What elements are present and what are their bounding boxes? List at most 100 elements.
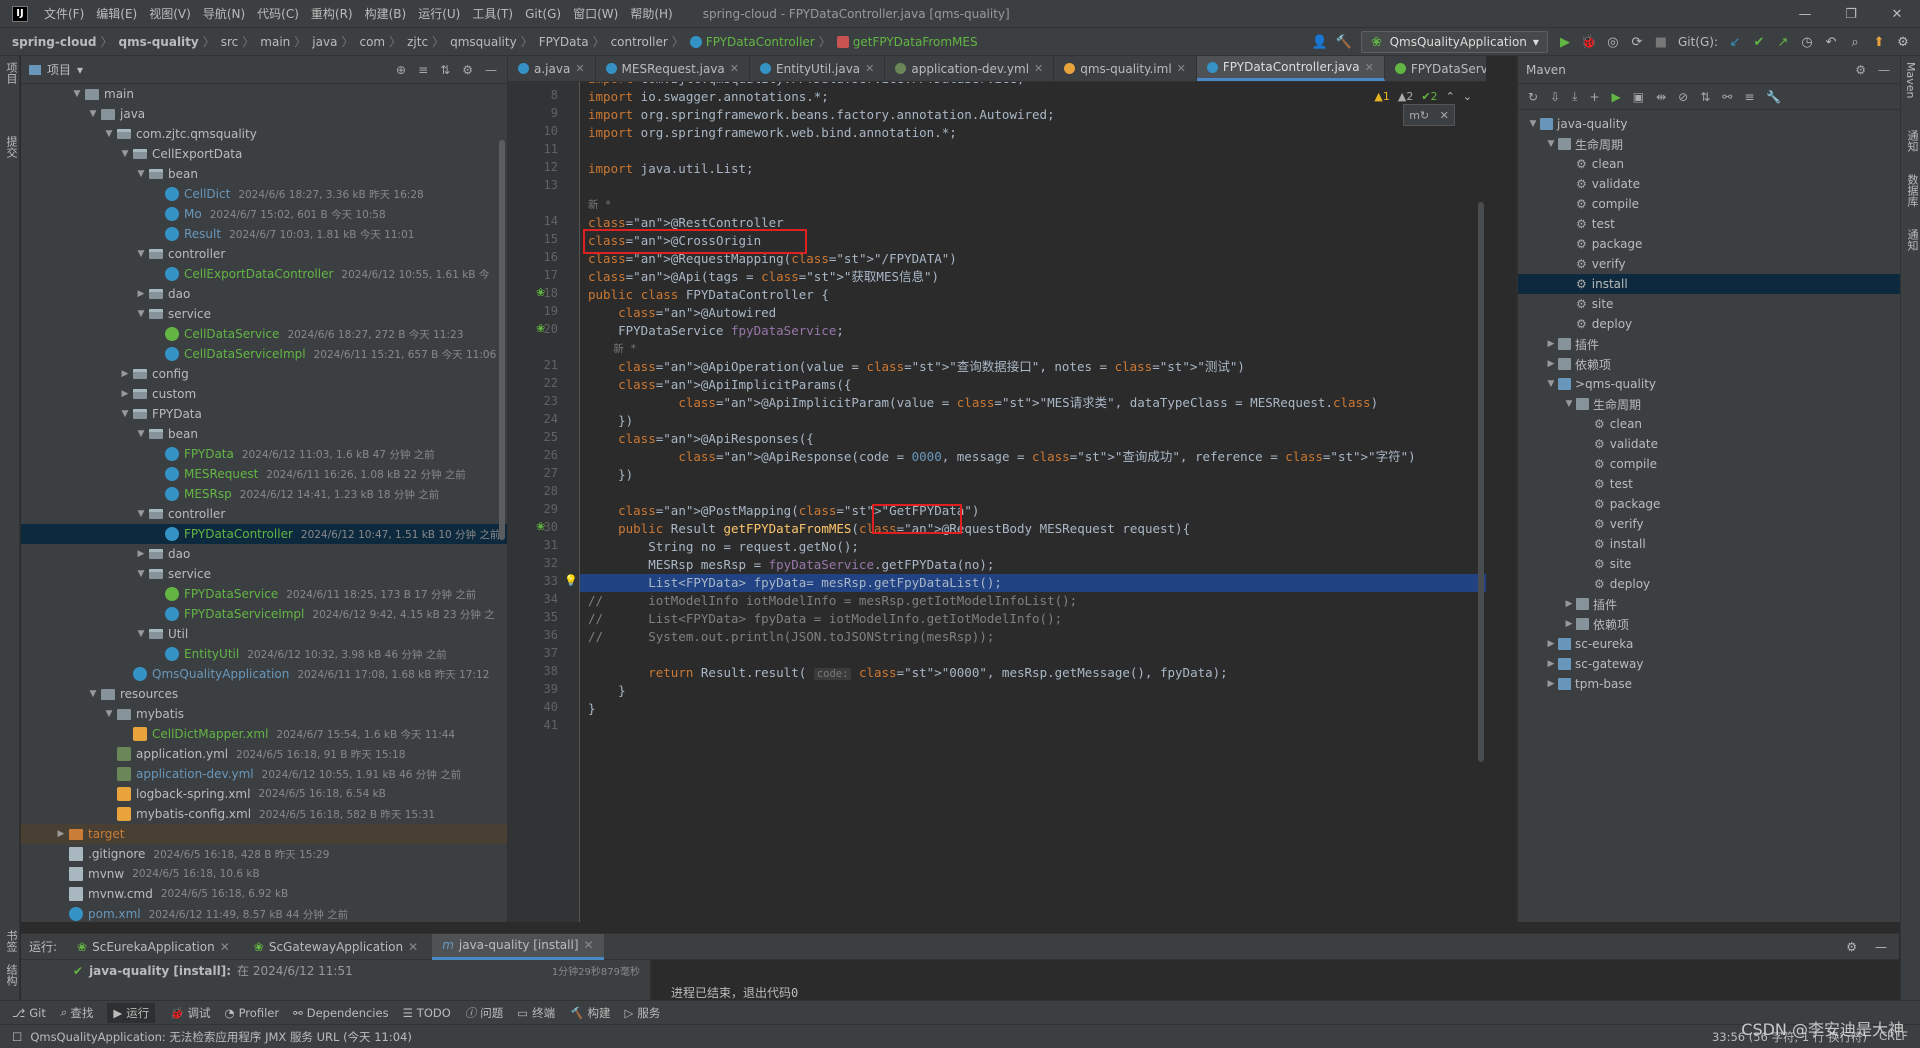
crumb-qmsquality[interactable]: qmsquality: [450, 35, 517, 49]
maven-tree-item[interactable]: ⚙install: [1518, 534, 1900, 554]
maven-tree-item[interactable]: ▼>qms-quality: [1518, 374, 1900, 394]
project-tree-item[interactable]: ▼mybatis: [21, 704, 507, 724]
project-tree-item[interactable]: ▼controller: [21, 244, 507, 264]
project-tree-item[interactable]: FPYDataService2024/6/11 18:25, 173 B 17 …: [21, 584, 507, 604]
code-line[interactable]: FPYDataService fpyDataService;: [588, 322, 844, 340]
menu-help[interactable]: 帮助(H): [624, 5, 678, 22]
close-icon[interactable]: ✕: [575, 62, 584, 75]
spring-bean-icon[interactable]: ❀: [536, 322, 545, 335]
close-icon[interactable]: ✕: [584, 938, 594, 952]
hide-icon[interactable]: —: [485, 63, 497, 77]
rollback-icon[interactable]: ↶: [1824, 35, 1838, 49]
project-tree-item[interactable]: application-dev.yml2024/6/12 10:55, 1.91…: [21, 764, 507, 784]
project-tree-item[interactable]: EntityUtil2024/6/12 10:32, 3.98 kB 46 分钟…: [21, 644, 507, 664]
project-tree-item[interactable]: FPYDataServiceImpl2024/6/12 9:42, 4.15 k…: [21, 604, 507, 624]
code-line[interactable]: class="an">@Autowired: [588, 304, 776, 322]
chevron-down-icon[interactable]: ▼: [85, 109, 101, 119]
code-editor[interactable]: 789101112131415161718❀1920❀2122232425262…: [508, 82, 1486, 922]
tool-find[interactable]: ⌕查找: [60, 1005, 93, 1021]
project-tree-item[interactable]: CellExportDataController2024/6/12 10:55,…: [21, 264, 507, 284]
chevron-up-icon[interactable]: ⌃: [1446, 90, 1455, 103]
project-tree-item[interactable]: ▼service: [21, 304, 507, 324]
maven-tree-item[interactable]: ⚙validate: [1518, 434, 1900, 454]
run-configuration-select[interactable]: ❀ QmsQualityApplication ▾: [1361, 31, 1548, 53]
close-icon[interactable]: ✕: [730, 62, 739, 75]
search-icon[interactable]: ⌕: [1848, 35, 1862, 49]
reload-icon[interactable]: ↻: [1528, 90, 1538, 104]
close-icon[interactable]: ✕: [1177, 62, 1186, 75]
project-tree-item[interactable]: mybatis-config.xml2024/6/5 16:18, 582 B …: [21, 804, 507, 824]
code-line[interactable]: class="an">@CrossOrigin: [588, 232, 761, 250]
chevron-right-icon[interactable]: ▶: [133, 289, 149, 299]
chevron-right-icon[interactable]: ▶: [53, 829, 69, 839]
maven-tree-item[interactable]: ⚙compile: [1518, 194, 1900, 214]
crumb-zjtc[interactable]: zjtc: [407, 35, 428, 49]
maven-tree-item[interactable]: ⚙clean: [1518, 154, 1900, 174]
hide-icon[interactable]: —: [1875, 940, 1887, 954]
line-gutter[interactable]: 789101112131415161718❀1920❀2122232425262…: [508, 82, 580, 922]
menu-build[interactable]: 构建(B): [359, 5, 413, 22]
code-area[interactable]: import com.zjtc.qmsquality.FPYData.servi…: [588, 82, 1468, 922]
maven-tree-item[interactable]: ▼生命周期: [1518, 134, 1900, 154]
code-line[interactable]: public class FPYDataController {: [588, 286, 829, 304]
project-tree-item[interactable]: QmsQualityApplication2024/6/11 17:08, 1.…: [21, 664, 507, 684]
code-line[interactable]: }: [588, 700, 596, 718]
maven-tree-item[interactable]: ⚙site: [1518, 294, 1900, 314]
maven-tree-item[interactable]: ⚙deploy: [1518, 314, 1900, 334]
chevron-down-icon[interactable]: ▼: [133, 629, 149, 639]
chevron-down-icon[interactable]: ▼: [133, 309, 149, 319]
tool-git[interactable]: ⎇Git: [12, 1006, 46, 1020]
project-tree-item[interactable]: CellDataService2024/6/6 18:27, 272 B 今天 …: [21, 324, 507, 344]
menu-view[interactable]: 视图(V): [143, 5, 197, 22]
project-tree-item[interactable]: pom.xml2024/6/12 11:49, 8.57 kB 44 分钟 之前: [21, 904, 507, 922]
crumb-com[interactable]: com: [359, 35, 385, 49]
editor-scrollbar[interactable]: [1478, 202, 1484, 762]
chevron-down-icon[interactable]: ▼: [1562, 399, 1576, 409]
spring-bean-icon[interactable]: ❀: [536, 286, 545, 299]
code-line[interactable]: }: [588, 682, 626, 700]
coverage-icon[interactable]: ◎: [1606, 35, 1620, 49]
tool-terminal[interactable]: ▭终端: [517, 1005, 555, 1021]
crumb-java[interactable]: java: [312, 35, 337, 49]
chevron-right-icon[interactable]: ▶: [1544, 659, 1558, 669]
expand-icon[interactable]: ≡: [1744, 90, 1754, 104]
chevron-down-icon[interactable]: ▼: [101, 709, 117, 719]
maven-tree-item[interactable]: ▶插件: [1518, 334, 1900, 354]
project-tree-item[interactable]: ▼bean: [21, 424, 507, 444]
wrench-icon[interactable]: 🔧: [1766, 90, 1781, 104]
maven-tree-item[interactable]: ▼生命周期: [1518, 394, 1900, 414]
project-tree-item[interactable]: ▼main: [21, 84, 507, 104]
strip-notifications-2[interactable]: 通知: [1901, 223, 1920, 257]
code-line[interactable]: class="an">@ApiResponse(code = 0000, mes…: [588, 448, 1416, 466]
tool-dependencies[interactable]: ⚯Dependencies: [293, 1006, 388, 1020]
project-tree-item[interactable]: ▼CellExportData: [21, 144, 507, 164]
editor-tab[interactable]: MESRequest.java✕: [596, 56, 750, 81]
project-tree-item[interactable]: FPYData2024/6/12 11:03, 1.6 kB 47 分钟 之前: [21, 444, 507, 464]
project-tree-item[interactable]: ▼resources: [21, 684, 507, 704]
menu-edit[interactable]: 编辑(E): [90, 5, 143, 22]
editor-tab[interactable]: FPYDataController.java✕: [1197, 56, 1385, 81]
crumb-module[interactable]: qms-quality: [119, 35, 199, 49]
strip-maven[interactable]: Maven: [1901, 56, 1920, 104]
project-tree-item[interactable]: mvnw2024/6/5 16:18, 10.6 kB: [21, 864, 507, 884]
project-tree-item[interactable]: CellDataServiceImpl2024/6/11 15:21, 657 …: [21, 344, 507, 364]
minimize-icon[interactable]: —: [1782, 0, 1828, 28]
code-line[interactable]: class="an">@ApiImplicitParam(value = cla…: [588, 394, 1378, 412]
menu-file[interactable]: 文件(F): [38, 5, 90, 22]
run-tab-gateway[interactable]: ❀ ScGatewayApplication ✕: [244, 934, 428, 960]
menu-git[interactable]: Git(G): [519, 7, 567, 21]
chevron-down-icon[interactable]: ▼: [85, 689, 101, 699]
chevron-down-icon[interactable]: ▼: [133, 169, 149, 179]
lightbulb-icon[interactable]: 💡: [564, 574, 578, 587]
debug-icon[interactable]: 🐞: [1582, 35, 1596, 49]
code-line[interactable]: import io.swagger.annotations.*;: [588, 88, 829, 106]
project-tree-item[interactable]: ▼Util: [21, 624, 507, 644]
git-commit-icon[interactable]: ✔: [1752, 35, 1766, 49]
chevron-down-icon[interactable]: ▼: [133, 509, 149, 519]
download-icon[interactable]: ⤓: [1572, 89, 1577, 104]
ok-count[interactable]: ✔2: [1421, 90, 1437, 103]
editor-tab[interactable]: EntityUtil.java✕: [750, 56, 885, 81]
code-line[interactable]: }): [588, 412, 633, 430]
maven-tree-item[interactable]: ⚙package: [1518, 494, 1900, 514]
maven-tree-item[interactable]: ⚙package: [1518, 234, 1900, 254]
